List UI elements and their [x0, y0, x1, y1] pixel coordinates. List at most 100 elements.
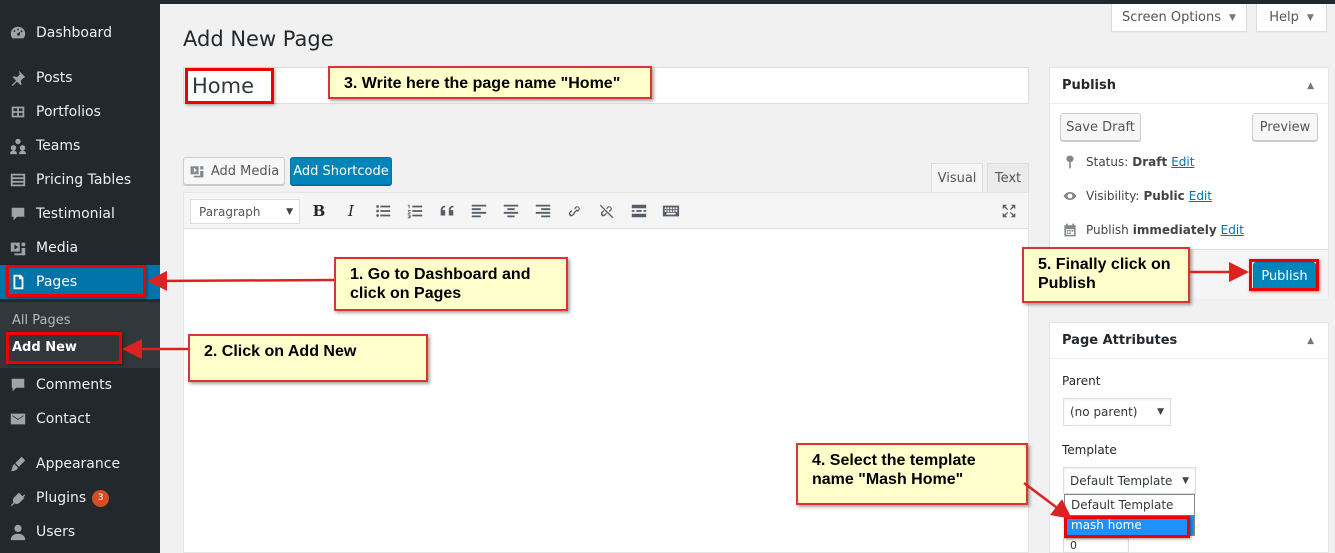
sidebar-item-appearance[interactable]: Appearance [0, 447, 160, 481]
editor-toolbar: Paragraph ▼ B I [184, 193, 1028, 229]
media-icon [0, 239, 36, 257]
add-media-button[interactable]: Add Media [183, 157, 285, 185]
bullet-list-icon[interactable] [372, 201, 394, 221]
add-media-label: Add Media [210, 163, 280, 179]
highlight-mash-home [1064, 516, 1190, 538]
align-left-icon[interactable] [468, 201, 490, 221]
format-select[interactable]: Paragraph ▼ [190, 199, 300, 224]
collapse-arrow-icon[interactable]: ▲ [1307, 336, 1314, 346]
caret-down-icon: ▼ [1182, 475, 1189, 486]
post-schedule: Publish immediately Edit [1062, 222, 1244, 238]
parent-select[interactable]: (no parent) ▼ [1063, 398, 1171, 426]
page-attributes-header[interactable]: Page Attributes ▲ [1050, 323, 1328, 359]
annotation-step-3: 3. Write here the page name "Home" [328, 66, 652, 99]
groups-icon [0, 137, 36, 155]
edit-visibility-link[interactable]: Edit [1189, 189, 1212, 203]
plug-icon [0, 489, 36, 507]
pin-icon [1066, 155, 1074, 169]
sidebar-item-teams[interactable]: Teams [0, 129, 160, 163]
italic-icon[interactable]: I [340, 201, 362, 221]
brush-icon [0, 455, 36, 473]
sidebar-item-label: Contact [36, 411, 91, 427]
template-label: Template [1062, 443, 1117, 457]
sidebar-item-label: Portfolios [36, 104, 101, 120]
portfolio-icon [0, 103, 36, 121]
sidebar-item-label: Pricing Tables [36, 172, 132, 188]
annotation-step-2: 2. Click on Add New [188, 334, 428, 382]
read-more-icon[interactable] [628, 201, 650, 221]
template-select[interactable]: Default Template ▼ [1063, 467, 1196, 494]
schedule-label: Publish [1086, 223, 1129, 237]
highlight-title-input [185, 68, 274, 104]
schedule-value: immediately [1132, 223, 1217, 237]
blockquote-icon[interactable] [436, 201, 458, 221]
unlink-icon[interactable] [596, 201, 618, 221]
caret-down-icon: ▼ [1157, 407, 1164, 417]
annotation-step-4: 4. Select the template name "Mash Home" [796, 443, 1028, 505]
preview-button[interactable]: Preview [1252, 113, 1318, 141]
annotation-step-5: 5. Finally click on Publish [1022, 247, 1190, 303]
mail-icon [0, 410, 36, 428]
sidebar-item-label: Appearance [36, 456, 121, 472]
sidebar-item-posts[interactable]: Posts [0, 61, 160, 95]
status-value: Draft [1132, 155, 1168, 169]
sidebar-item-contact[interactable]: Contact [0, 402, 160, 436]
screen-options-tab[interactable]: Screen Options ▼ [1111, 4, 1247, 32]
sidebar-item-media[interactable]: Media [0, 231, 160, 265]
sidebar-item-label: Posts [36, 70, 73, 86]
sidebar-item-label: Comments [36, 377, 112, 393]
sidebar-item-users[interactable]: Users [0, 515, 160, 549]
page-attributes-heading: Page Attributes [1062, 333, 1178, 348]
parent-select-value: (no parent) [1070, 405, 1138, 419]
align-center-icon[interactable] [500, 201, 522, 221]
sidebar-item-label: Teams [36, 138, 81, 154]
highlight-publish [1249, 259, 1319, 291]
edit-status-link[interactable]: Edit [1171, 155, 1194, 169]
sidebar-item-testimonial[interactable]: Testimonial [0, 197, 160, 231]
fullscreen-icon[interactable] [998, 201, 1020, 221]
order-input[interactable]: 0 [1063, 538, 1129, 553]
format-select-value: Paragraph [199, 204, 261, 219]
add-shortcode-button[interactable]: Add Shortcode [290, 157, 392, 185]
sidebar-item-pricing-tables[interactable]: Pricing Tables [0, 163, 160, 197]
publish-box-header[interactable]: Publish ▲ [1050, 68, 1328, 104]
template-select-value: Default Template [1070, 473, 1173, 488]
sidebar-item-label: Users [36, 524, 76, 540]
sidebar-item-plugins[interactable]: Plugins 3 [0, 481, 160, 515]
page-title: Add New Page [183, 27, 334, 51]
user-icon [0, 523, 36, 541]
edit-schedule-link[interactable]: Edit [1221, 223, 1244, 237]
toolbar-toggle-icon[interactable] [660, 201, 682, 221]
calendar-icon [1064, 223, 1076, 237]
visibility-value: Public [1143, 189, 1185, 203]
sidebar-item-portfolios[interactable]: Portfolios [0, 95, 160, 129]
screen-options-label: Screen Options [1122, 10, 1222, 25]
save-draft-button[interactable]: Save Draft [1060, 113, 1141, 141]
align-right-icon[interactable] [532, 201, 554, 221]
media-icon [189, 163, 205, 179]
speech-bubble-icon [0, 205, 36, 223]
sidebar-item-comments[interactable]: Comments [0, 368, 160, 402]
update-count-badge: 3 [92, 489, 110, 507]
sidebar-item-dashboard[interactable]: Dashboard [0, 16, 160, 50]
eye-icon [1063, 192, 1077, 200]
submenu-all-pages[interactable]: All Pages [12, 313, 71, 328]
sidebar-item-label: Media [36, 240, 79, 256]
collapse-arrow-icon[interactable]: ▲ [1307, 81, 1314, 91]
post-visibility: Visibility: Public Edit [1062, 188, 1212, 204]
tab-text[interactable]: Text [987, 163, 1029, 192]
tab-visual[interactable]: Visual [931, 163, 983, 192]
template-option[interactable]: Default Template [1065, 495, 1194, 515]
link-icon[interactable] [564, 201, 586, 221]
caret-down-icon: ▼ [286, 206, 293, 217]
highlight-add-new [6, 332, 122, 364]
publish-heading: Publish [1062, 78, 1116, 93]
bold-icon[interactable]: B [308, 201, 330, 221]
highlight-pages [6, 265, 146, 297]
status-label: Status: [1086, 155, 1129, 169]
help-tab[interactable]: Help ▼ [1256, 4, 1327, 32]
caret-down-icon: ▼ [1229, 12, 1236, 23]
caret-down-icon: ▼ [1306, 12, 1314, 23]
numbered-list-icon[interactable] [404, 201, 426, 221]
sidebar-item-label: Dashboard [36, 25, 112, 41]
